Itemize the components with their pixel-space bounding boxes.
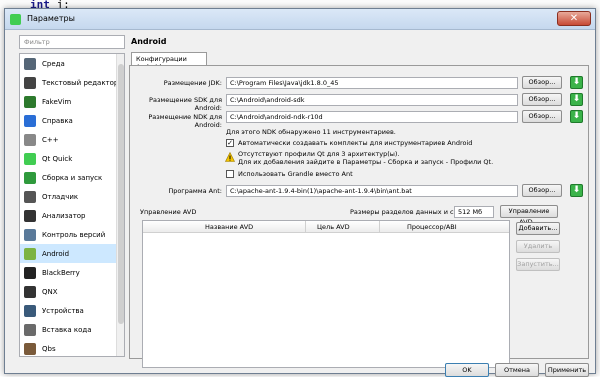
sidebar-item-label: Qt Quick <box>42 154 73 163</box>
sidebar-item-qbs[interactable]: Qbs <box>20 339 124 356</box>
warning-icon <box>225 152 235 162</box>
partition-size-spinbox[interactable]: 512 Мб <box>454 206 494 218</box>
debugger-icon <box>24 190 36 203</box>
sidebar-item-version-control[interactable]: Контроль версий <box>20 225 124 244</box>
sdk-label: Размещение SDK для Android: <box>149 96 222 112</box>
qbs-icon <box>24 342 36 355</box>
sidebar-item-label: BlackBerry <box>42 268 80 277</box>
sidebar-item-label: Вставка кода <box>42 325 92 334</box>
sidebar-item-android[interactable]: Android <box>20 244 124 263</box>
auto-kits-checkbox[interactable]: ✓ <box>226 139 234 147</box>
build-run-icon <box>24 171 36 184</box>
jdk-label: Размещение JDK: <box>163 79 222 87</box>
sidebar-item-build-run[interactable]: Сборка и запуск <box>20 168 124 187</box>
sidebar-item-monitor[interactable]: Среда <box>20 54 124 73</box>
sidebar-item-label: Анализатор <box>42 211 86 220</box>
gradle-label: Использовать Grandle вместо Ant <box>238 170 353 178</box>
scroll-thumb[interactable] <box>118 64 124 324</box>
text-editor-icon <box>24 76 36 89</box>
options-dialog: Параметры ✕ Фильтр Среда Текстовый редакт… <box>4 8 596 377</box>
cancel-button[interactable]: Отмена <box>495 363 539 377</box>
ndk-toolchains-note: Для этого NDK обнаружено 11 инструментар… <box>226 128 396 136</box>
sidebar-item-help[interactable]: Справка <box>20 111 124 130</box>
remove-avd-button[interactable]: Удалить <box>516 240 560 253</box>
devices-icon <box>24 304 36 317</box>
ndk-browse-button[interactable]: Обзор... <box>522 110 562 123</box>
sidebar-item-label: Контроль версий <box>42 230 106 239</box>
sidebar-item-label: Android <box>42 249 70 258</box>
ant-label: Программа Ant: <box>168 187 222 195</box>
sidebar-item-label: Qbs <box>42 344 56 353</box>
avd-table-header: Название AVD Цель AVD Процессор/ABI <box>143 221 509 233</box>
ndk-path-field[interactable]: C:\Android\android-ndk-r10d <box>226 111 518 123</box>
ok-button[interactable]: OK <box>445 363 489 377</box>
blackberry-icon <box>24 266 36 279</box>
page-title: Android <box>131 37 167 46</box>
sidebar-item-label: Устройства <box>42 306 84 315</box>
sidebar-item-label: Сборка и запуск <box>42 173 103 182</box>
ant-path-field[interactable]: C:\apache-ant-1.9.4-bin(1)\apache-ant-1.… <box>226 185 518 197</box>
download-sdk-icon[interactable]: ⬇ <box>570 93 583 106</box>
download-ant-icon[interactable]: ⬇ <box>570 184 583 197</box>
auto-kits-label: Автоматически создавать комплекты для ин… <box>238 139 473 147</box>
col-avd-name[interactable]: Название AVD <box>205 223 253 231</box>
sidebar-item-label: QNX <box>42 287 58 296</box>
sidebar-item-code-paste[interactable]: Вставка кода <box>20 320 124 339</box>
warning-line-2: Для их добавления зайдите в Параметры - … <box>238 158 494 166</box>
apply-button[interactable]: Применить <box>545 363 589 377</box>
android-config-panel: Размещение JDK: C:\Program Files\Java\jd… <box>129 65 589 368</box>
tab-android-configurations[interactable]: Конфигурации Android <box>131 52 207 71</box>
add-avd-button[interactable]: Добавить... <box>516 222 560 235</box>
sidebar-item-blackberry[interactable]: BlackBerry <box>20 263 124 282</box>
start-avd-button[interactable]: Запустить... <box>516 258 560 271</box>
title-bar: Параметры ✕ <box>5 9 595 30</box>
qt-creator-icon <box>10 14 21 25</box>
ndk-label: Размещение NDK для Android: <box>148 113 222 129</box>
android-icon <box>24 247 36 260</box>
sidebar-item-label: Отладчик <box>42 192 79 201</box>
col-avd-target[interactable]: Цель AVD <box>317 223 350 231</box>
code-paste-icon <box>24 323 36 336</box>
jdk-path-field[interactable]: C:\Program Files\Java\jdk1.8.0_45 <box>226 77 518 89</box>
help-icon <box>24 114 36 127</box>
ant-browse-button[interactable]: Обзор... <box>522 184 562 197</box>
col-avd-abi[interactable]: Процессор/ABI <box>407 223 457 231</box>
qt-quick-icon <box>24 152 36 165</box>
close-button[interactable]: ✕ <box>557 11 591 26</box>
avd-table[interactable]: Название AVD Цель AVD Процессор/ABI <box>142 220 510 368</box>
cpp-icon <box>24 133 36 146</box>
sidebar-item-label: Текстовый редактор <box>42 78 119 87</box>
sidebar-item-label: FakeVim <box>42 97 72 106</box>
category-list: Среда Текстовый редактор FakeVim Справка C++… <box>19 53 125 357</box>
manage-avd-button[interactable]: Управление AVD... <box>500 205 558 226</box>
sidebar-item-qnx[interactable]: QNX <box>20 282 124 301</box>
fakevim-icon <box>24 95 36 108</box>
sidebar-item-label: C++ <box>42 135 59 144</box>
gradle-checkbox[interactable] <box>226 170 234 178</box>
filter-input[interactable]: Фильтр <box>19 35 125 49</box>
sidebar-item-analyzer[interactable]: Анализатор <box>20 206 124 225</box>
sidebar-item-debugger[interactable]: Отладчик <box>20 187 124 206</box>
qnx-icon <box>24 285 36 298</box>
sidebar-item-text-editor[interactable]: Текстовый редактор <box>20 73 124 92</box>
sdk-browse-button[interactable]: Обзор... <box>522 93 562 106</box>
download-jdk-icon[interactable]: ⬇ <box>570 76 583 89</box>
window-title: Параметры <box>27 14 75 23</box>
sidebar-item-label: Среда <box>42 59 65 68</box>
avd-section-title: Управление AVD <box>140 208 197 216</box>
sidebar-item-devices[interactable]: Устройства <box>20 301 124 320</box>
warning-line-1: Отсутствуют профили Qt для 3 архитектур(… <box>238 150 400 158</box>
sdk-path-field[interactable]: C:\Android\android-sdk <box>226 94 518 106</box>
download-ndk-icon[interactable]: ⬇ <box>570 110 583 123</box>
version-control-icon <box>24 228 36 241</box>
jdk-browse-button[interactable]: Обзор... <box>522 76 562 89</box>
analyzer-icon <box>24 209 36 222</box>
sidebar-scrollbar[interactable] <box>116 54 124 356</box>
monitor-icon <box>24 57 36 70</box>
sidebar-item-label: Справка <box>42 116 73 125</box>
sidebar-item-fakevim[interactable]: FakeVim <box>20 92 124 111</box>
sidebar-item-cpp[interactable]: C++ <box>20 130 124 149</box>
sidebar-item-qt-quick[interactable]: Qt Quick <box>20 149 124 168</box>
